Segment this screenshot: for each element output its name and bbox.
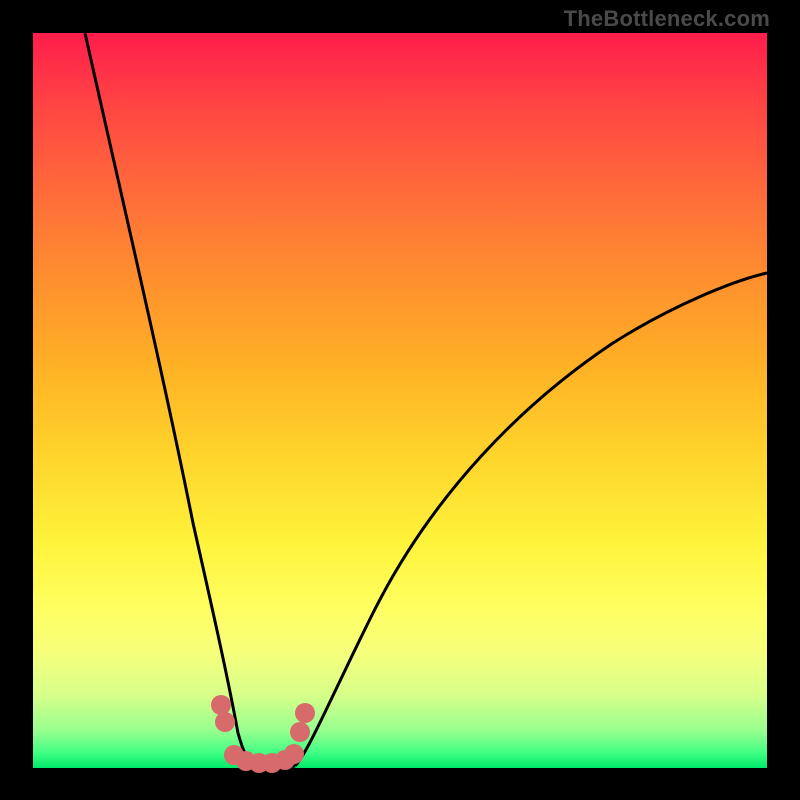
bottleneck-curve (33, 33, 767, 768)
chart-frame: TheBottleneck.com (0, 0, 800, 800)
curve-right-branch (295, 273, 767, 766)
curve-left-branch (85, 33, 256, 766)
marker-dot (290, 722, 310, 742)
marker-group (211, 695, 315, 773)
marker-dot (284, 744, 304, 764)
marker-dot (295, 703, 315, 723)
marker-dot (215, 712, 235, 732)
marker-dot (211, 695, 231, 715)
attribution-label: TheBottleneck.com (564, 6, 770, 32)
plot-area (33, 33, 767, 768)
